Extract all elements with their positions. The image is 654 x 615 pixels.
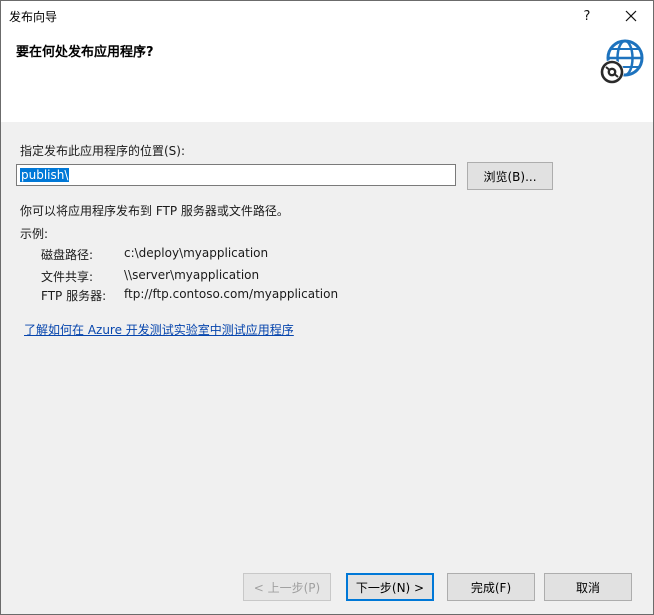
example-value: \\server\myapplication [124, 268, 260, 282]
previous-button[interactable]: < 上一步(P) [243, 573, 331, 601]
publish-wizard-window: 发布向导 ? 要在何处发布应用程序? 指定发布此应用程序的位置(S): publ… [0, 0, 654, 615]
examples-heading: 示例: [20, 227, 49, 241]
example-key: 磁盘路径: [41, 248, 94, 262]
wizard-header: 要在何处发布应用程序? [1, 31, 653, 122]
browse-button[interactable]: 浏览(B)... [467, 162, 553, 190]
close-icon [625, 10, 637, 22]
page-title: 要在何处发布应用程序? [16, 45, 154, 60]
finish-button[interactable]: 完成(F) [447, 573, 535, 601]
location-label: 指定发布此应用程序的位置(S): [20, 144, 186, 158]
location-input[interactable]: publish\ [16, 164, 456, 186]
window-title: 发布向导 [9, 10, 58, 24]
next-button[interactable]: 下一步(N) > [346, 573, 434, 601]
azure-devtest-link[interactable]: 了解如何在 Azure 开发测试实验室中测试应用程序 [24, 321, 294, 338]
location-hint: 你可以将应用程序发布到 FTP 服务器或文件路径。 [20, 204, 289, 218]
example-value: c:\deploy\myapplication [124, 246, 269, 260]
example-key: 文件共享: [41, 270, 94, 284]
example-value: ftp://ftp.contoso.com/myapplication [124, 287, 339, 301]
close-button[interactable] [611, 1, 651, 31]
globe-disc-icon [600, 39, 644, 84]
wizard-content: 指定发布此应用程序的位置(S): publish\ 浏览(B)... 你可以将应… [1, 122, 653, 614]
example-key: FTP 服务器: [41, 289, 107, 303]
help-icon: ? [583, 8, 591, 24]
help-button[interactable]: ? [567, 1, 607, 31]
location-input-value: publish\ [20, 168, 70, 182]
cancel-button[interactable]: 取消 [544, 573, 632, 601]
title-bar: 发布向导 ? [1, 1, 653, 31]
